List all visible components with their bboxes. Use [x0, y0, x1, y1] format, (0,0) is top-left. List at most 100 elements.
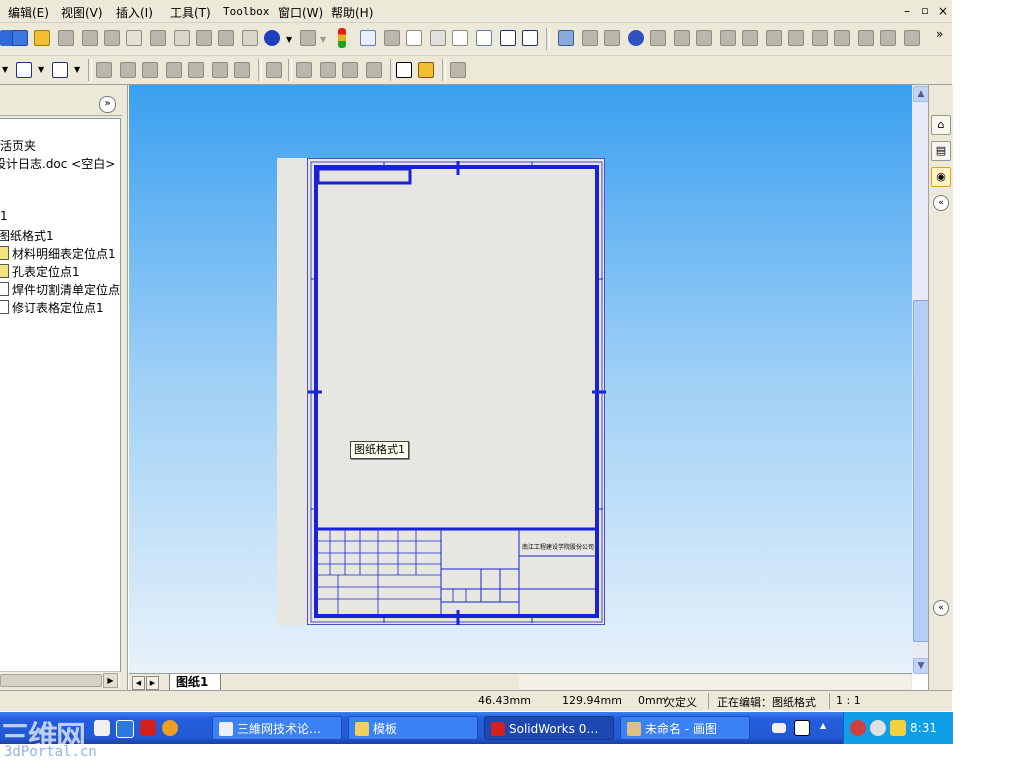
font-icon[interactable] — [52, 62, 68, 78]
projected-view-icon[interactable] — [120, 62, 136, 78]
internet-explorer-icon[interactable] — [116, 720, 134, 738]
scroll-down-icon[interactable]: ▼ — [913, 658, 929, 674]
help-icon[interactable] — [794, 720, 810, 736]
predefined-view-icon[interactable] — [366, 62, 382, 78]
print-icon[interactable] — [58, 30, 74, 46]
broken-view-icon[interactable] — [296, 62, 312, 78]
paste-icon[interactable] — [218, 30, 234, 46]
cut-icon[interactable] — [174, 30, 190, 46]
menu-toolbox[interactable]: Toolbox — [223, 5, 269, 18]
graphics-vertical-scrollbar[interactable]: ▲ ▼ — [912, 85, 929, 674]
menu-view[interactable]: 视图(V) — [61, 4, 103, 21]
tree-item-sheet[interactable]: 1 — [0, 209, 8, 223]
graphics-horizontal-scrollbar[interactable] — [519, 675, 911, 689]
front-view-icon[interactable] — [650, 30, 666, 46]
media-player-icon[interactable] — [162, 720, 178, 736]
properties-icon[interactable] — [360, 30, 376, 46]
minimize-button[interactable]: – — [900, 4, 914, 18]
tile-horizontal-icon[interactable] — [522, 30, 538, 46]
toolbar-overflow-icon[interactable]: » — [936, 27, 943, 41]
solidworks-quicklaunch-icon[interactable] — [140, 720, 156, 736]
font-dropdown-icon[interactable]: ▼ — [74, 65, 80, 74]
update-view-icon[interactable] — [450, 62, 466, 78]
collapse-panel-button[interactable]: » — [99, 96, 116, 113]
top-view-icon[interactable] — [742, 30, 758, 46]
expand-task-pane-icon[interactable]: « — [933, 195, 949, 211]
options-icon[interactable] — [150, 30, 166, 46]
single-view-icon[interactable] — [834, 30, 850, 46]
layer-icon[interactable] — [476, 30, 492, 46]
previous-sheet-icon[interactable]: ◀ — [132, 676, 145, 690]
four-view-icon[interactable] — [880, 30, 896, 46]
bottom-view-icon[interactable] — [766, 30, 782, 46]
home-icon[interactable]: ⌂ — [931, 115, 951, 135]
tree-item-design-journal[interactable]: 设计日志.doc <空白> — [0, 155, 115, 172]
delete-icon[interactable] — [242, 30, 258, 46]
tray-security-icon[interactable] — [870, 720, 886, 736]
show-desktop-icon[interactable] — [94, 720, 110, 736]
select-icon[interactable] — [452, 30, 468, 46]
undo-icon[interactable] — [264, 30, 280, 46]
keyboard-icon[interactable] — [772, 723, 786, 733]
tree-item-revision-anchor[interactable]: 修订表格定位点1 — [0, 299, 104, 316]
menu-window[interactable]: 窗口(W) — [278, 4, 323, 21]
table-icon[interactable] — [406, 30, 422, 46]
print-preview-icon[interactable] — [104, 30, 120, 46]
layer-dropdown-icon[interactable]: ▼ — [2, 65, 8, 74]
menu-tools[interactable]: 工具(T) — [170, 4, 211, 21]
break-alignment-icon[interactable] — [320, 62, 336, 78]
tree-item-binder[interactable]: 活页夹 — [0, 137, 36, 154]
edit-sheet-icon[interactable] — [418, 62, 434, 78]
redo-dropdown-icon[interactable]: ▼ — [320, 35, 326, 44]
language-bar-options-icon[interactable]: ▲ — [820, 721, 826, 730]
previous-view-icon[interactable] — [604, 30, 620, 46]
tree-item-sheet-format[interactable]: 图纸格式1 — [0, 227, 54, 244]
drawing-sheet[interactable]: 南江工程建设学院股份公司 — [307, 158, 606, 625]
link-views-icon[interactable] — [904, 30, 920, 46]
line-color-dropdown-icon[interactable]: ▼ — [38, 65, 44, 74]
tab-sheet1[interactable]: 图纸1 — [169, 674, 222, 691]
undo-dropdown-icon[interactable]: ▼ — [286, 35, 292, 44]
empty-view-icon[interactable] — [396, 62, 412, 78]
auxiliary-view-icon[interactable] — [142, 62, 158, 78]
trimetric-view-icon[interactable] — [812, 30, 828, 46]
line-color-icon[interactable] — [16, 62, 32, 78]
view-orientation-icon[interactable] — [582, 30, 598, 46]
detail-view-icon[interactable] — [212, 62, 228, 78]
tray-pencil-icon[interactable] — [890, 720, 906, 736]
redo-icon[interactable] — [300, 30, 316, 46]
open-folder-icon[interactable] — [34, 30, 50, 46]
crop-view-icon[interactable] — [234, 62, 250, 78]
zoom-page-icon[interactable] — [126, 30, 142, 46]
next-sheet-icon[interactable]: ▶ — [146, 676, 159, 690]
taskbar-button-paint[interactable]: 未命名 - 画图 — [620, 716, 750, 740]
back-view-icon[interactable] — [674, 30, 690, 46]
section-view-icon[interactable] — [166, 62, 182, 78]
sketch-icon[interactable] — [558, 30, 574, 46]
restore-button[interactable]: ▫ — [918, 4, 932, 18]
standard-3-view-icon[interactable] — [266, 62, 282, 78]
isometric-view-icon[interactable] — [788, 30, 804, 46]
scroll-up-icon[interactable]: ▲ — [913, 86, 929, 102]
tray-network-icon[interactable] — [850, 720, 866, 736]
right-view-icon[interactable] — [720, 30, 736, 46]
taskbar-button-forum[interactable]: 三維网技术论… — [212, 716, 342, 740]
panel-scroll-thumb[interactable] — [0, 674, 102, 687]
tile-vertical-icon[interactable] — [500, 30, 516, 46]
aligned-section-icon[interactable] — [188, 62, 204, 78]
left-view-icon[interactable] — [696, 30, 712, 46]
rebuild-icon[interactable] — [82, 30, 98, 46]
menu-edit[interactable]: 编辑(E) — [8, 4, 49, 21]
collapse-task-pane-icon[interactable]: « — [933, 600, 949, 616]
scroll-right-icon[interactable]: ▶ — [103, 673, 118, 688]
close-button[interactable]: × — [936, 4, 950, 18]
tree-item-bom-anchor[interactable]: 材料明细表定位点1 — [0, 245, 116, 262]
two-view-icon[interactable] — [858, 30, 874, 46]
file-properties-icon[interactable] — [384, 30, 400, 46]
tree-item-hole-table-anchor[interactable]: 孔表定位点1 — [0, 263, 80, 280]
copy-window-icon[interactable] — [12, 30, 28, 46]
file-explorer-icon[interactable]: ◉ — [931, 167, 951, 187]
menu-help[interactable]: 帮助(H) — [331, 4, 373, 21]
tree-item-weldment-anchor[interactable]: 焊件切割清单定位点 — [0, 281, 120, 298]
traffic-light-icon[interactable] — [338, 28, 346, 48]
